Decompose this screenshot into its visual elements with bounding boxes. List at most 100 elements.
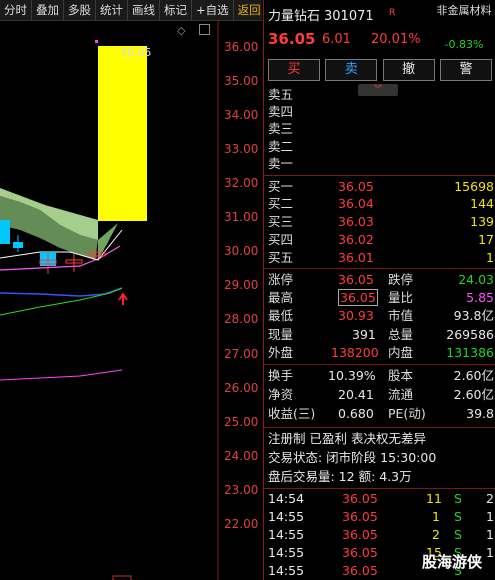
tick-price: 36.05 bbox=[342, 509, 378, 524]
ask-row-4: 卖四 bbox=[268, 103, 494, 120]
fund-row: 收益(三) 0.680 PE(动) 39.8 bbox=[268, 405, 494, 422]
inner-volume-value: 131386 bbox=[446, 345, 494, 360]
market-cap-value: 93.8亿 bbox=[453, 308, 494, 323]
toolbar-draw-line[interactable]: 画线 bbox=[128, 0, 160, 20]
y-tick: 22.00 bbox=[224, 517, 259, 531]
last-price: 36.05 bbox=[268, 30, 316, 48]
bid-volume: 139 bbox=[470, 214, 494, 229]
trade-buttons: 买 卖 撤 警 bbox=[268, 59, 492, 81]
tick-row: 14:55 36.05 2 S 1 bbox=[268, 526, 494, 543]
toolbar-multi-stock[interactable]: 多股 bbox=[64, 0, 96, 20]
float-value: 2.60亿 bbox=[453, 387, 494, 402]
diamond-icon[interactable]: ◇ bbox=[177, 24, 185, 37]
y-tick: 28.00 bbox=[224, 312, 259, 326]
turnover-label: 换手 bbox=[268, 368, 294, 383]
nav-value: 20.41 bbox=[338, 387, 374, 402]
ask-row-2: 卖二 bbox=[268, 138, 494, 155]
stat-row: 现量 391 总量 269586 bbox=[268, 326, 494, 343]
y-tick: 27.00 bbox=[224, 347, 259, 361]
tick-count: 2 bbox=[486, 491, 494, 506]
tick-row: 14:55 36.05 1 S 1 bbox=[268, 508, 494, 525]
tick-time: 14:55 bbox=[268, 509, 305, 524]
nav-label: 净资 bbox=[268, 387, 294, 402]
equity-label: 股本 bbox=[388, 368, 414, 383]
toolbar-overlay[interactable]: 叠加 bbox=[32, 0, 64, 20]
y-tick: 31.00 bbox=[224, 210, 259, 224]
limit-up-candle bbox=[98, 46, 147, 221]
stat-row: 外盘 138200 内盘 131386 bbox=[268, 344, 494, 361]
stock-name: 力量钻石 bbox=[268, 9, 321, 24]
y-tick: 23.00 bbox=[224, 483, 259, 497]
stat-row: 最低 30.93 市值 93.8亿 bbox=[268, 307, 494, 324]
y-tick: 35.00 bbox=[224, 74, 259, 88]
ask-label: 卖五 bbox=[268, 87, 294, 102]
window-toggle-icon[interactable] bbox=[199, 24, 210, 35]
bid-row-5: 买五 36.01 1 bbox=[268, 249, 494, 266]
toolbar-stats[interactable]: 统计 bbox=[96, 0, 128, 20]
toolbar-add-watchlist[interactable]: +自选 bbox=[192, 0, 234, 20]
kline-chart[interactable]: ◇ 36.05 36.00 35.00 34.00 33.00 32.00 31… bbox=[0, 20, 262, 580]
tick-time: 14:54 bbox=[268, 491, 305, 506]
y-tick: 32.00 bbox=[224, 176, 259, 190]
limit-down-label: 跌停 bbox=[388, 272, 414, 287]
bid-price: 36.02 bbox=[338, 232, 374, 247]
outer-volume-label: 外盘 bbox=[268, 345, 294, 360]
fund-row: 换手 10.39% 股本 2.60亿 bbox=[268, 367, 494, 384]
bid-row-3: 买三 36.03 139 bbox=[268, 213, 494, 230]
tick-count: 1 bbox=[486, 545, 494, 560]
limit-up-label: 涨停 bbox=[268, 272, 294, 287]
alert-button[interactable]: 警 bbox=[439, 59, 492, 81]
bid-label: 买二 bbox=[268, 196, 294, 211]
buy-button[interactable]: 买 bbox=[268, 59, 320, 81]
price-change: 6.01 bbox=[322, 32, 351, 47]
bid-price: 36.01 bbox=[338, 250, 374, 265]
market-cap-label: 市值 bbox=[388, 308, 414, 323]
bid-label: 买五 bbox=[268, 250, 294, 265]
limit-down-value: 24.03 bbox=[458, 272, 494, 287]
stat-row: 涨停 36.05 跌停 24.03 bbox=[268, 271, 494, 288]
tick-row: 14:54 36.05 11 S 2 bbox=[268, 490, 494, 507]
bid-price: 36.05 bbox=[338, 179, 374, 194]
stock-title: 力量钻石 301071 bbox=[268, 5, 374, 24]
marker-dot bbox=[95, 40, 98, 43]
ask-label: 卖四 bbox=[268, 104, 294, 119]
bid-row-1: 买一 36.05 15698 bbox=[268, 178, 494, 195]
y-tick: 24.00 bbox=[224, 449, 259, 463]
y-tick: 29.00 bbox=[224, 278, 259, 292]
candle-2 bbox=[13, 242, 23, 248]
pe-value: 39.8 bbox=[466, 406, 494, 421]
toolbar-timeshare[interactable]: 分时 bbox=[0, 0, 32, 20]
ask-label: 卖一 bbox=[268, 156, 294, 171]
high-value: 36.05 bbox=[338, 289, 378, 306]
chart-toolbar: 分时 叠加 多股 统计 画线 标记 +自选 返回 bbox=[0, 0, 262, 21]
toolbar-mark[interactable]: 标记 bbox=[160, 0, 192, 20]
ma-line-green bbox=[0, 287, 123, 316]
divider bbox=[264, 175, 495, 176]
bid-price: 36.04 bbox=[338, 196, 374, 211]
tick-volume: 1 bbox=[432, 509, 440, 524]
divider bbox=[264, 427, 495, 428]
y-tick: 34.00 bbox=[224, 108, 259, 122]
y-tick: 36.00 bbox=[224, 40, 259, 54]
ask-label: 卖三 bbox=[268, 121, 294, 136]
price-change-pct: 20.01% bbox=[371, 32, 421, 47]
volume-ratio-value: 5.85 bbox=[466, 290, 494, 305]
y-tick: 26.00 bbox=[224, 381, 259, 395]
low-label: 最低 bbox=[268, 308, 294, 323]
after-hours-volume: 盘后交易量: 12 额: 4.3万 bbox=[268, 469, 412, 484]
y-tick: 33.00 bbox=[224, 142, 259, 156]
sell-button[interactable]: 卖 bbox=[325, 59, 378, 81]
low-value: 30.93 bbox=[338, 308, 374, 323]
tick-volume: 2 bbox=[432, 527, 440, 542]
toolbar-back[interactable]: 返回 bbox=[234, 0, 265, 20]
float-label: 流通 bbox=[388, 387, 414, 402]
cancel-order-button[interactable]: 撤 bbox=[382, 59, 435, 81]
high-price-label: 36.05 bbox=[120, 46, 152, 59]
inner-volume-label: 内盘 bbox=[388, 345, 414, 360]
sector-name[interactable]: 非金属材料 bbox=[434, 3, 494, 19]
sector-change: -0.83% bbox=[444, 38, 484, 51]
turnover-value: 10.39% bbox=[328, 368, 376, 383]
trade-status: 交易状态: 闭市阶段 15:30:00 bbox=[268, 450, 437, 465]
bid-row-4: 买四 36.02 17 bbox=[268, 231, 494, 248]
tick-side: S bbox=[454, 527, 462, 542]
